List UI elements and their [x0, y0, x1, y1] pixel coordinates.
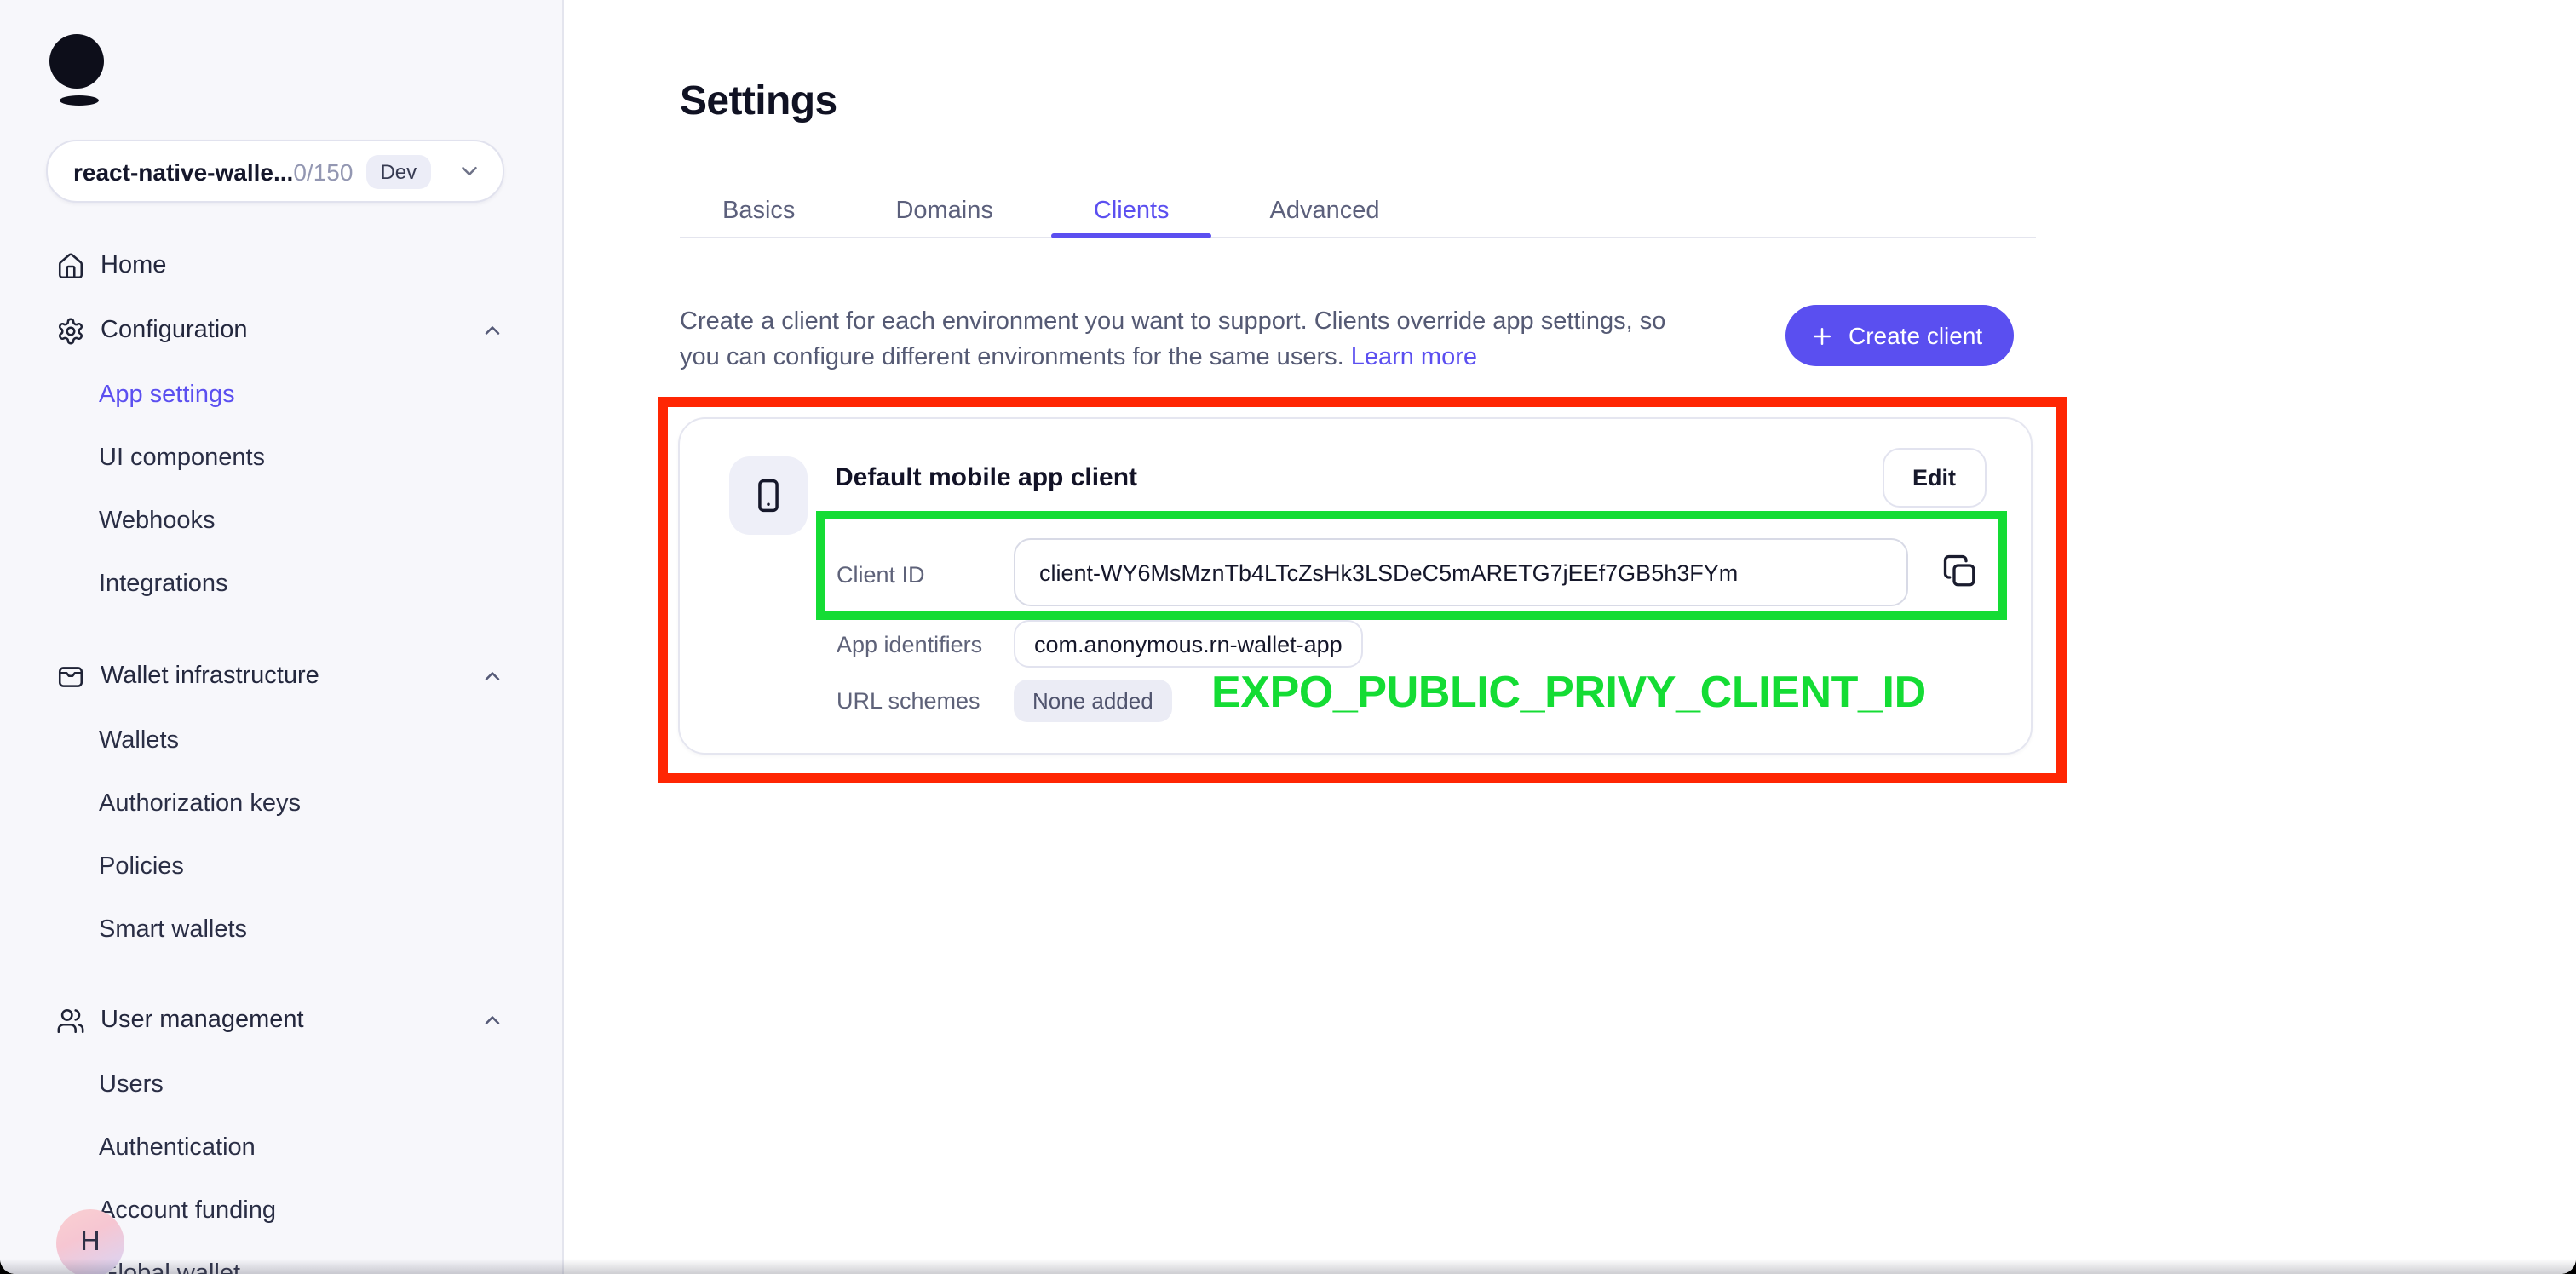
sidebar-item-label: User management	[101, 1007, 304, 1034]
client-id-input[interactable]	[1014, 538, 1908, 606]
wallet-icon	[56, 662, 85, 691]
app-usage-count: 0/150	[293, 158, 353, 185]
app-identifiers-label: App identifiers	[837, 632, 982, 657]
sidebar-item-label: Webhooks	[99, 507, 216, 534]
sidebar-item-integrations[interactable]: Integrations	[0, 552, 562, 615]
client-card-title: Default mobile app client	[835, 463, 1137, 492]
sidebar-item-label: Authorization keys	[99, 789, 301, 817]
user-avatar[interactable]: H	[56, 1209, 124, 1274]
clients-description: Create a client for each environment you…	[680, 305, 1665, 376]
create-client-button[interactable]: Create client	[1785, 305, 2013, 366]
sidebar-item-policies[interactable]: Policies	[0, 835, 562, 898]
url-schemes-label: URL schemes	[837, 688, 980, 714]
sidebar-item-authentication[interactable]: Authentication	[0, 1116, 562, 1179]
sidebar-item-label: Policies	[99, 852, 184, 880]
sidebar-item-label: App settings	[99, 381, 235, 408]
app-selector[interactable]: react-native-walle... 0/150 Dev	[46, 140, 504, 203]
learn-more-link[interactable]: Learn more	[1351, 344, 1477, 371]
app-window: react-native-walle... 0/150 Dev Home Con…	[0, 0, 2576, 1274]
sidebar-item-label: Integrations	[99, 570, 228, 597]
chevron-up-icon	[480, 664, 504, 688]
sidebar-nav: Home Configuration App settings UI compo…	[0, 233, 562, 1274]
env-badge: Dev	[366, 154, 430, 188]
sidebar-item-users[interactable]: Users	[0, 1053, 562, 1116]
client-id-label: Client ID	[837, 562, 925, 588]
privy-logo	[49, 34, 107, 116]
tab-basics[interactable]: Basics	[680, 186, 837, 237]
tab-label: Domains	[895, 198, 992, 225]
sidebar-item-label: Account funding	[99, 1197, 276, 1224]
sidebar-item-configuration[interactable]: Configuration	[0, 298, 562, 363]
sidebar-item-smart-wallets[interactable]: Smart wallets	[0, 898, 562, 961]
edit-button[interactable]: Edit	[1882, 448, 1987, 508]
main-content: Settings Basics Domains Clients Advanced…	[564, 0, 2576, 1274]
copy-icon[interactable]	[1942, 554, 1978, 589]
sidebar-item-label: Users	[99, 1070, 164, 1098]
sidebar-item-label: Global wallet	[99, 1260, 240, 1274]
tab-clients[interactable]: Clients	[1051, 186, 1212, 237]
sidebar-item-label: Wallets	[99, 726, 179, 754]
tab-domains[interactable]: Domains	[853, 186, 1035, 237]
sidebar-item-webhooks[interactable]: Webhooks	[0, 489, 562, 552]
sidebar-item-authorization-keys[interactable]: Authorization keys	[0, 772, 562, 835]
sidebar-item-user-management[interactable]: User management	[0, 988, 562, 1053]
sidebar-item-label: Configuration	[101, 317, 248, 344]
tab-label: Advanced	[1270, 198, 1380, 225]
page-title: Settings	[680, 78, 837, 126]
sidebar-item-label: UI components	[99, 444, 265, 471]
smartphone-icon	[729, 456, 808, 535]
sidebar-item-wallets[interactable]: Wallets	[0, 709, 562, 772]
tab-label: Basics	[722, 198, 795, 225]
client-card: Default mobile app client Edit Client ID…	[678, 417, 2033, 755]
users-icon	[56, 1006, 85, 1035]
description-line: you can configure different environments…	[680, 344, 1344, 371]
tab-advanced[interactable]: Advanced	[1228, 186, 1423, 237]
create-client-label: Create client	[1849, 322, 1982, 349]
sidebar-item-label: Wallet infrastructure	[101, 663, 319, 690]
chevron-up-icon	[480, 1008, 504, 1032]
app-name: react-native-walle...	[73, 158, 293, 185]
sidebar-item-wallet-infrastructure[interactable]: Wallet infrastructure	[0, 644, 562, 709]
avatar-initial: H	[80, 1228, 100, 1259]
sidebar-item-home[interactable]: Home	[0, 233, 562, 298]
chevron-up-icon	[480, 318, 504, 342]
sidebar: react-native-walle... 0/150 Dev Home Con…	[0, 0, 564, 1274]
chevron-down-icon	[457, 158, 482, 184]
tab-label: Clients	[1094, 198, 1170, 225]
sidebar-item-label: Authentication	[99, 1133, 256, 1161]
home-icon	[56, 251, 85, 280]
sidebar-item-app-settings[interactable]: App settings	[0, 363, 562, 426]
sidebar-item-label: Smart wallets	[99, 915, 247, 943]
app-identifier-badge: com.anonymous.rn-wallet-app	[1014, 620, 1363, 668]
sidebar-item-ui-components[interactable]: UI components	[0, 426, 562, 489]
sidebar-item-label: Home	[101, 252, 166, 279]
tab-bar: Basics Domains Clients Advanced	[680, 186, 2036, 238]
plus-icon	[1809, 323, 1835, 348]
url-schemes-badge: None added	[1014, 680, 1172, 722]
description-line: Create a client for each environment you…	[680, 308, 1665, 336]
gear-icon	[56, 316, 85, 345]
